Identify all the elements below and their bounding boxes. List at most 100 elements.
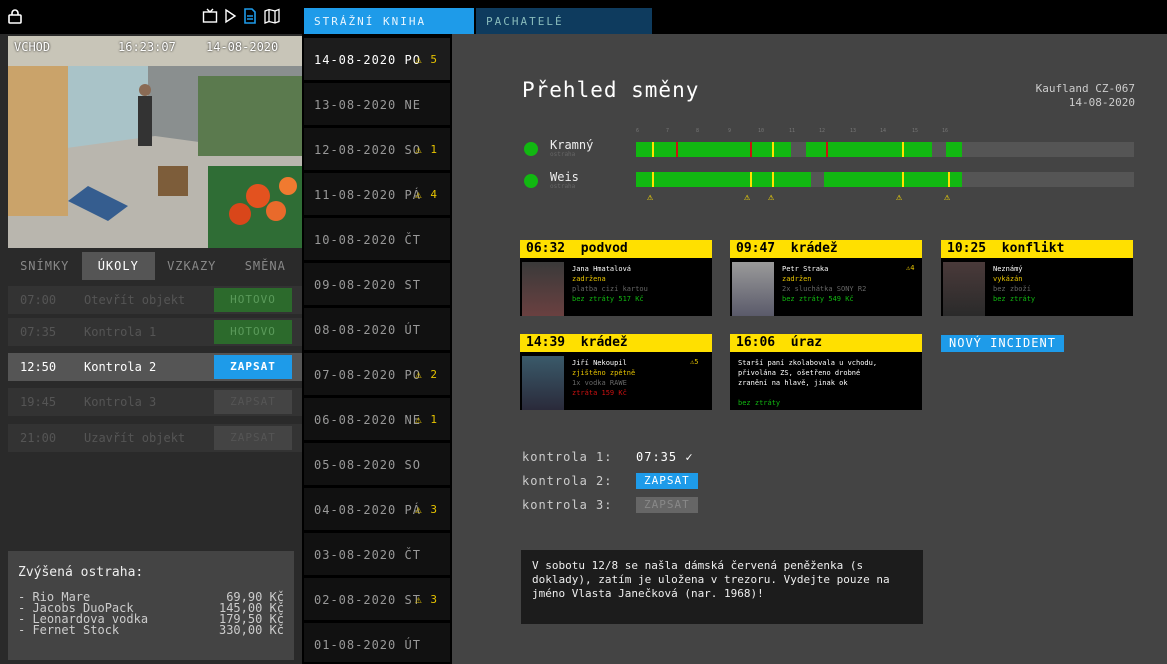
hour-tick: 7 [666,128,670,134]
day-item[interactable]: 09-08-2020 ST [304,263,450,307]
day-item[interactable]: 01-08-2020 ÚT [304,623,450,664]
incident-header: 16:06 úraz [730,334,922,352]
incident-line: Jana Hmatalová [572,265,632,273]
watchlist-panel: Zvýšená ostraha: - Rio Mare 69,90 Kč - Ja… [8,551,294,660]
task-zapsat-button[interactable]: ZAPSAT [214,426,292,450]
left-subtabs: SNÍMKY ÚKOLY VZKAZY SMĚNA [8,252,302,280]
incident-details: Jana Hmatalová zadržena platba cizí kart… [572,264,648,304]
subtab-snimky[interactable]: SNÍMKY [8,252,82,280]
hour-tick: 10 [758,128,765,134]
map-icon[interactable] [264,8,280,24]
subtab-smena[interactable]: SMĚNA [229,252,303,280]
check-zapsat-button[interactable]: ZAPSAT [636,473,698,489]
day-item[interactable]: 11-08-2020 PÁ ⚠ 4 [304,173,450,217]
incident-marker [750,142,752,157]
incident-header: 10:25 konflikt [941,240,1133,258]
check-label: kontrola 1: [522,450,613,464]
incident-details: Neznámý vykázán bez zboží bez ztráty [993,264,1035,304]
day-item[interactable]: 06-08-2020 NE ⚠ 1 [304,398,450,442]
subtab-vzkazy[interactable]: VZKAZY [155,252,229,280]
incident-card[interactable]: 09:47 krádež Petr Straka zadržen 2x sluc… [730,240,922,316]
incident-time: 09:47 [736,241,776,256]
guard-name: Weis [550,170,579,184]
store-info: Kaufland CZ-067 14-08-2020 [1036,82,1135,110]
tab-strazni-kniha[interactable]: STRÁŽNÍ KNIHA [304,8,474,34]
task-name: Uzavřít objekt [84,431,186,445]
day-label: 01-08-2020 ÚT [314,638,421,652]
store-name: Kaufland CZ-067 [1035,82,1135,95]
shift-segment [636,142,791,157]
day-item[interactable]: 07-08-2020 PO ⚠ 2 [304,353,450,397]
check-label: kontrola 2: [522,474,613,488]
day-item[interactable]: 04-08-2020 PÁ ⚠ 3 [304,488,450,532]
camera-view[interactable]: VCHOD 16:23:07 14-08-2020 [8,36,302,248]
day-warning-badge: ⚠ 4 [415,188,438,201]
incident-marker [948,172,950,187]
task-name: Otevřít objekt [84,293,186,307]
task-name: Kontrola 2 [84,360,157,374]
day-warning-badge: ⚠ 5 [415,53,438,66]
task-done-button[interactable]: HOTOVO [214,288,292,312]
document-icon[interactable] [242,8,258,24]
hour-tick: 9 [728,128,732,134]
day-label: 10-08-2020 ČT [314,233,421,247]
warning-icon[interactable]: ⚠ [744,192,750,203]
day-item[interactable]: 12-08-2020 SO ⚠ 1 [304,128,450,172]
task-row: 21:00 Uzavřít objekt ZAPSAT [8,424,302,452]
shift-note[interactable]: V sobotu 12/8 se našla dámská červená pe… [521,550,923,624]
day-item[interactable]: 03-08-2020 ČT [304,533,450,577]
task-zapsat-button[interactable]: ZAPSAT [214,390,292,414]
incident-marker [902,172,904,187]
play-icon[interactable] [222,8,238,24]
shield-icon [524,142,538,156]
lock-icon[interactable] [7,8,23,24]
shift-segment [824,172,962,187]
camera-name: VCHOD [14,40,51,54]
incident-card[interactable]: 14:39 krádež Jiří Nekoupil zjištěno zpět… [520,334,712,410]
incident-line: Neznámý [993,265,1023,273]
incident-line: zadržena [572,275,606,283]
day-item[interactable]: 13-08-2020 NE [304,83,450,127]
incident-count: ⚠5 [690,358,699,366]
tv-icon[interactable] [202,8,218,24]
task-zapsat-button[interactable]: ZAPSAT [214,355,292,379]
day-item-active[interactable]: 14-08-2020 PO ⚠ 5 [304,38,450,82]
check-value: 07:35 ✓ [636,450,694,464]
incident-line: 2x sluchátka SONY R2 [782,285,867,293]
check-zapsat-button[interactable]: ZAPSAT [636,497,698,513]
day-item[interactable]: 08-08-2020 ÚT [304,308,450,352]
incident-header: 14:39 krádež [520,334,712,352]
incident-line: zranění na hlavě, jinak ok [738,379,848,387]
incident-card[interactable]: 16:06 úraz Starší paní zkolabovala u vch… [730,334,922,410]
guard-role: ostraha [550,183,576,190]
day-label: 09-08-2020 ST [314,278,421,292]
incident-photo [732,262,774,316]
tab-pachatele[interactable]: PACHATELÉ [476,8,652,34]
incident-details: Petr Straka zadržen 2x sluchátka SONY R2… [782,264,866,304]
incident-line: bez ztráty [993,295,1036,303]
incident-type: krádež [790,241,838,256]
incident-count: ⚠4 [906,264,915,272]
task-time: 19:45 [20,395,57,409]
warning-icon[interactable]: ⚠ [944,192,950,203]
subtab-ukoly[interactable]: ÚKOLY [81,252,155,280]
day-label: 06-08-2020 NE [314,413,421,427]
incident-card[interactable]: 10:25 konflikt Neznámý vykázán bez zboží… [941,240,1133,316]
task-done-button[interactable]: HOTOVO [214,320,292,344]
incident-type: podvod [580,241,628,256]
incident-line: ztráta 159 Kč [572,389,627,397]
warning-icon[interactable]: ⚠ [896,192,902,203]
shield-icon [524,174,538,188]
day-warning-badge: ⚠ 3 [415,593,438,606]
day-item[interactable]: 10-08-2020 ČT [304,218,450,262]
hour-tick: 14 [880,128,887,134]
warning-icon[interactable]: ⚠ [647,192,653,203]
day-label: 11-08-2020 PÁ [314,188,421,202]
incident-card[interactable]: 06:32 podvod Jana Hmatalová zadržena pla… [520,240,712,316]
day-item[interactable]: 02-08-2020 ST ⚠ 3 [304,578,450,622]
day-item[interactable]: 05-08-2020 SO [304,443,450,487]
incident-marker [772,172,774,187]
task-time: 07:35 [20,325,57,339]
new-incident-button[interactable]: NOVÝ INCIDENT [941,335,1064,352]
warning-icon[interactable]: ⚠ [768,192,774,203]
